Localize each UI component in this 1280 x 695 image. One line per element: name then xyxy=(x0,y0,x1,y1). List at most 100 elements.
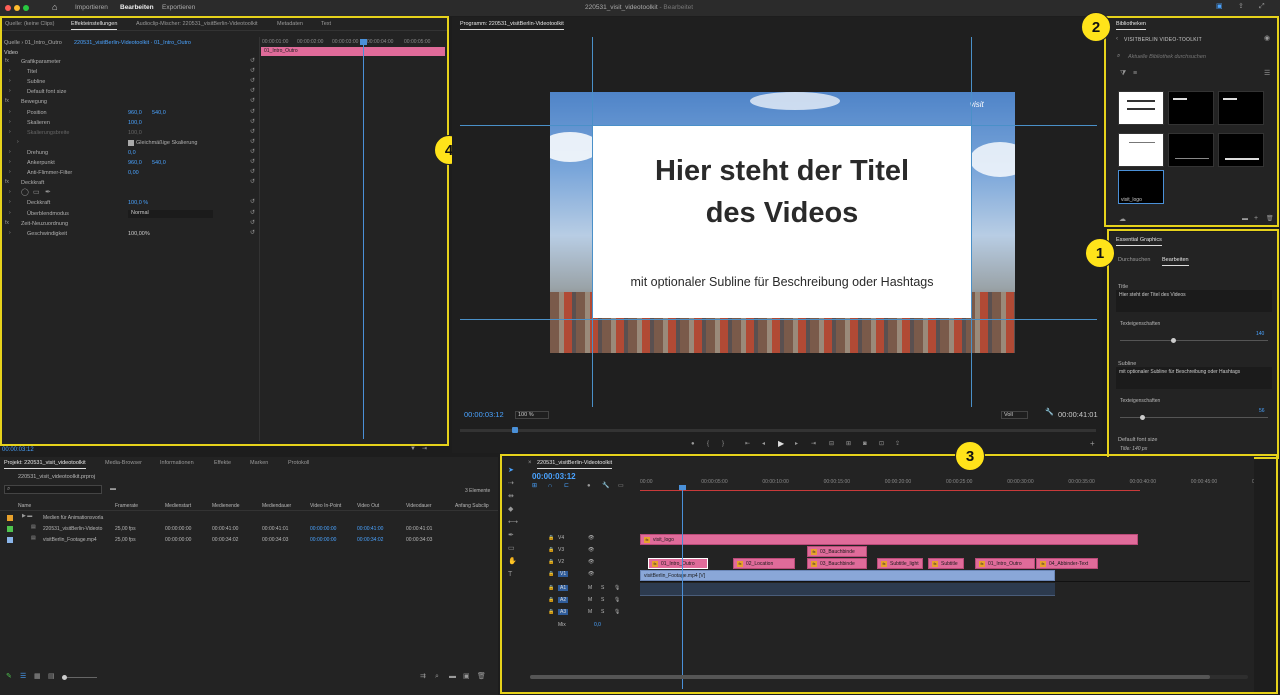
mute-button[interactable]: M xyxy=(588,585,592,591)
reset-icon[interactable]: ↺ xyxy=(250,88,255,94)
new-item-icon[interactable]: ▣ xyxy=(463,673,470,680)
type-tool-icon[interactable]: T xyxy=(508,571,512,578)
rectangle-tool-icon[interactable]: ▭ xyxy=(508,545,515,552)
library-thumb-4[interactable] xyxy=(1118,133,1164,167)
uniform-scale-checkbox[interactable] xyxy=(128,139,134,146)
title-card[interactable]: Hier steht der Titel des Videos mit opti… xyxy=(592,125,972,318)
chevron-right-icon[interactable]: › xyxy=(17,139,19,145)
chevron-right-icon[interactable]: › xyxy=(9,129,11,135)
close-sequence-icon[interactable]: × xyxy=(528,460,532,466)
automate-icon[interactable]: ⇉ xyxy=(420,673,426,680)
tab-durchsuchen[interactable]: Durchsuchen xyxy=(1118,257,1150,263)
timeline-clip-bauchbinde-v2[interactable]: fx 03_Bauchbinde xyxy=(807,558,867,569)
timeline-clip-abbinder[interactable]: fx 04_Abbinder-Text xyxy=(1036,558,1098,569)
fx-icon[interactable]: fx xyxy=(5,59,9,64)
tab-effekte[interactable]: Effekte xyxy=(214,460,231,466)
pencil-icon[interactable]: ✎ xyxy=(6,673,12,680)
eg-text-props-1[interactable]: Texteigenschaften xyxy=(1120,321,1160,327)
timeline-audio-clip[interactable] xyxy=(640,583,1055,596)
reset-icon[interactable]: ↺ xyxy=(250,220,255,226)
eg-subline-size[interactable]: 56 xyxy=(1259,408,1265,414)
eye-icon[interactable]: 👁 xyxy=(588,571,594,577)
eg-text-props-2[interactable]: Texteigenschaften xyxy=(1120,398,1160,404)
tab-text[interactable]: Text xyxy=(321,21,331,27)
lock-icon[interactable]: 🔒 xyxy=(548,585,554,591)
timeline-clip-location[interactable]: fx 02_Location xyxy=(733,558,795,569)
eg-title-size-knob[interactable] xyxy=(1171,338,1176,343)
effects-playhead-handle[interactable] xyxy=(360,39,367,45)
column-header[interactable]: Videodauer xyxy=(406,503,432,509)
effect-value-2[interactable]: 540,0 xyxy=(152,160,166,166)
effect-row[interactable]: fx Deckkraft ↺ xyxy=(1,179,261,189)
linked-icon[interactable]: ⊏ xyxy=(564,483,569,489)
export-frame-icon[interactable]: ⇪ xyxy=(895,441,900,447)
quality-select[interactable]: Voll xyxy=(1001,411,1028,419)
go-to-in-icon[interactable]: ⇤ xyxy=(745,441,750,447)
export-effects-icon[interactable]: ⇥ xyxy=(422,446,427,452)
chevron-right-icon[interactable]: › xyxy=(9,69,11,74)
project-row[interactable]: ▤ 220531_visitBerlin-Videoto 25,00 fps 00:0… xyxy=(0,525,498,535)
timeline-scrollbar[interactable] xyxy=(530,675,1248,679)
ripple-edit-tool-icon[interactable]: ⇹ xyxy=(508,493,514,500)
share-icon[interactable]: ⇪ xyxy=(1238,3,1244,10)
fx-icon[interactable]: fx xyxy=(5,220,9,226)
effect-value-1[interactable]: 0,0 xyxy=(128,150,136,156)
library-list-view-icon[interactable]: ☰ xyxy=(1264,70,1270,77)
captions-icon[interactable]: ▭ xyxy=(618,483,624,489)
track-label[interactable]: A3 xyxy=(558,609,569,615)
menu-bearbeiten[interactable]: Bearbeiten xyxy=(120,4,154,11)
eg-subline-size-knob[interactable] xyxy=(1140,415,1145,420)
timeline-ruler[interactable]: 00:00 00:00:05:00 00:00:10:00 00:00:15:00 00… xyxy=(640,475,1254,491)
pen-mask-icon[interactable]: ✒ xyxy=(45,189,51,196)
extract-icon[interactable]: ⊞ xyxy=(846,441,851,447)
reset-icon[interactable]: ↺ xyxy=(250,129,255,135)
effects-playhead[interactable] xyxy=(363,39,364,439)
effect-row[interactable]: › Überblendmodus Normal ↺ xyxy=(1,209,261,220)
track-header[interactable]: 🔒 V3 👁 xyxy=(502,546,640,558)
effect-row[interactable]: › Geschwindigkeit 100,00% ↺ xyxy=(1,230,261,240)
chevron-right-icon[interactable]: › xyxy=(9,190,11,195)
eg-title-size[interactable]: 140 xyxy=(1256,331,1264,337)
chevron-right-icon[interactable]: › xyxy=(9,149,11,155)
track-header[interactable]: 🔒 A3 M S 🎙 xyxy=(502,608,640,620)
library-name[interactable]: VISITBERLIN VIDEO-TOOLKIT xyxy=(1124,37,1202,43)
effects-mini-timeline[interactable]: 00:00:01:00 00:00:02:00 00:00:03:00 00:0… xyxy=(259,37,448,441)
lock-icon[interactable]: 🔒 xyxy=(548,535,554,541)
filter-icon[interactable]: ▼ xyxy=(410,446,416,452)
tab-project[interactable]: Projekt: 220531_visit_videotoolkit xyxy=(4,460,86,469)
tab-source[interactable]: Quelle: (keine Clips) xyxy=(5,21,55,27)
track-header[interactable]: 🔒 V1 👁 xyxy=(502,570,640,582)
find-icon[interactable]: ⌕ xyxy=(435,673,439,680)
workspace-icon[interactable]: ▣ xyxy=(1216,3,1223,10)
add-item-icon[interactable]: + xyxy=(1254,215,1258,222)
effects-timecode[interactable]: 00:00:03:12 xyxy=(2,447,34,453)
eye-icon[interactable]: 👁 xyxy=(588,559,594,565)
pen-tool-icon[interactable]: ✒ xyxy=(508,532,514,539)
library-sort-icon[interactable]: ≡ xyxy=(1133,70,1137,77)
effect-row[interactable]: › ◯ ▭ ✒ xyxy=(1,189,261,199)
menu-exportieren[interactable]: Exportieren xyxy=(162,4,195,11)
mic-icon[interactable]: 🎙 xyxy=(614,585,620,591)
effect-row[interactable]: › Anti-Flimmer-Filter 0,00 ↺ xyxy=(1,169,261,179)
reset-icon[interactable]: ↺ xyxy=(250,149,255,155)
compare-icon[interactable]: ⊡ xyxy=(879,441,884,447)
fx-icon[interactable]: fx xyxy=(5,99,9,104)
library-thumb-2[interactable] xyxy=(1168,91,1214,125)
mark-in-icon[interactable]: { xyxy=(707,441,709,447)
icon-view-icon[interactable]: ▦ xyxy=(34,673,41,680)
fx-icon[interactable]: fx xyxy=(5,180,9,185)
track-label[interactable]: A2 xyxy=(558,597,569,603)
column-header[interactable]: Video In-Point xyxy=(310,503,341,509)
ellipse-mask-icon[interactable]: ◯ xyxy=(21,189,29,196)
thumb-size-slider[interactable] xyxy=(62,675,97,680)
tab-media-browser[interactable]: Media-Browser xyxy=(105,460,142,466)
eg-subline-size-slider[interactable] xyxy=(1120,415,1268,420)
back-icon[interactable]: ‹ xyxy=(1116,36,1118,42)
timeline-clip-visit-logo[interactable]: fx visit_logo xyxy=(640,534,1138,545)
mark-out-icon[interactable]: } xyxy=(722,441,724,447)
solo-button[interactable]: S xyxy=(601,585,604,591)
track-select-tool-icon[interactable]: ⇢ xyxy=(508,480,514,487)
reset-icon[interactable]: ↺ xyxy=(250,230,255,236)
new-bin-bottom-icon[interactable]: ▬ xyxy=(449,673,456,680)
library-thumb-title[interactable] xyxy=(1118,91,1164,125)
